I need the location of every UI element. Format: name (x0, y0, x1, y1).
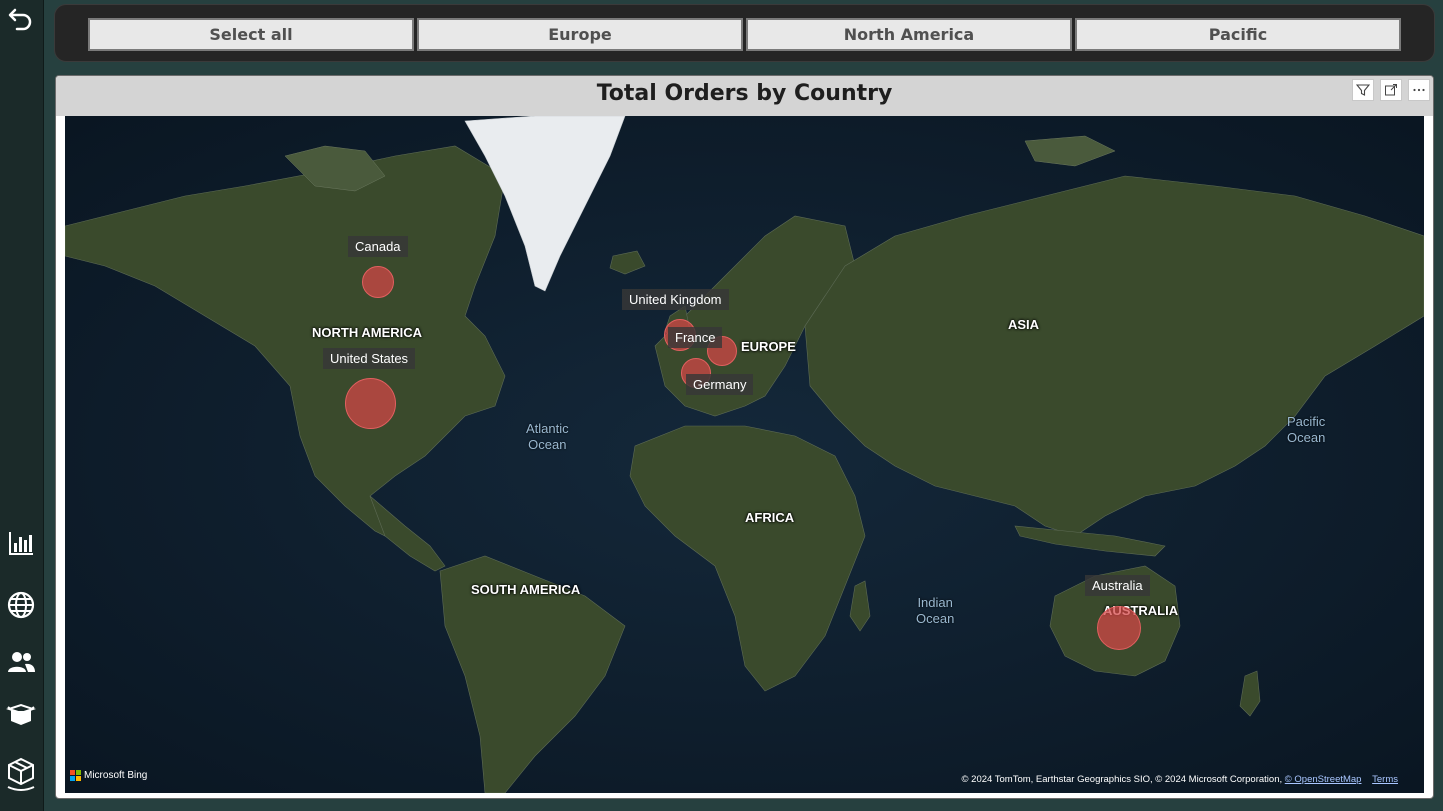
bubble-canada[interactable] (362, 266, 394, 298)
back-arrow-icon[interactable] (4, 2, 38, 36)
bubble-label-france: France (668, 327, 723, 348)
bubble-united-states[interactable] (345, 378, 396, 429)
bubble-label-germany: Germany (686, 374, 754, 395)
bubble-australia[interactable] (1097, 606, 1141, 650)
bing-logo-text: Microsoft Bing (84, 770, 148, 781)
terms-link[interactable]: Terms (1372, 774, 1398, 785)
map-attribution: © 2024 TomTom, Earthstar Geographics SIO… (962, 774, 1398, 785)
bubble-label-canada: Canada (348, 236, 408, 257)
region-label-asia: ASIA (1008, 317, 1040, 332)
slicer-button-europe[interactable]: Europe (417, 18, 743, 51)
map-visual: Total Orders by Country NORTH AMERICA SO… (55, 75, 1434, 799)
attribution-text: © 2024 TomTom, Earthstar Geographics SIO… (961, 774, 1283, 785)
focus-mode-icon[interactable] (1380, 79, 1402, 101)
left-nav-bar (0, 0, 44, 811)
openstreetmap-link[interactable]: © OpenStreetMap (1285, 774, 1362, 785)
world-map[interactable]: NORTH AMERICA SOUTH AMERICA EUROPE ASIA … (65, 116, 1424, 793)
globe-icon[interactable] (4, 588, 38, 622)
ocean-label-atlantic: Atlantic Ocean (526, 421, 569, 452)
slicer-button-select-all[interactable]: Select all (88, 18, 414, 51)
map-basemap (65, 116, 1424, 793)
visual-header: Total Orders by Country (56, 76, 1433, 116)
region-label-north-america: NORTH AMERICA (312, 325, 423, 340)
bubble-label-australia: Australia (1085, 575, 1150, 596)
slicer-button-pacific[interactable]: Pacific (1075, 18, 1401, 51)
filter-icon[interactable] (1352, 79, 1374, 101)
region-label-south-america: SOUTH AMERICA (471, 582, 581, 597)
more-options-icon[interactable] (1408, 79, 1430, 101)
bar-chart-icon[interactable] (4, 526, 38, 560)
visual-title: Total Orders by Country (596, 81, 893, 106)
ocean-label-pacific: Pacific Ocean (1287, 414, 1326, 445)
region-label-europe: EUROPE (741, 339, 796, 354)
bubble-label-united-kingdom: United Kingdom (622, 289, 729, 310)
microsoft-logo-icon (70, 770, 81, 781)
bubble-label-united-states: United States (323, 348, 416, 369)
slicer-button-north-america[interactable]: North America (746, 18, 1072, 51)
box-open-icon[interactable] (4, 697, 38, 731)
ocean-label-indian: Indian Ocean (916, 595, 955, 626)
region-slicer: Select all Europe North America Pacific (54, 4, 1435, 62)
region-label-africa: AFRICA (745, 510, 795, 525)
microsoft-bing-logo: Microsoft Bing (70, 770, 147, 781)
package-icon[interactable] (4, 752, 38, 796)
people-icon[interactable] (4, 645, 38, 679)
